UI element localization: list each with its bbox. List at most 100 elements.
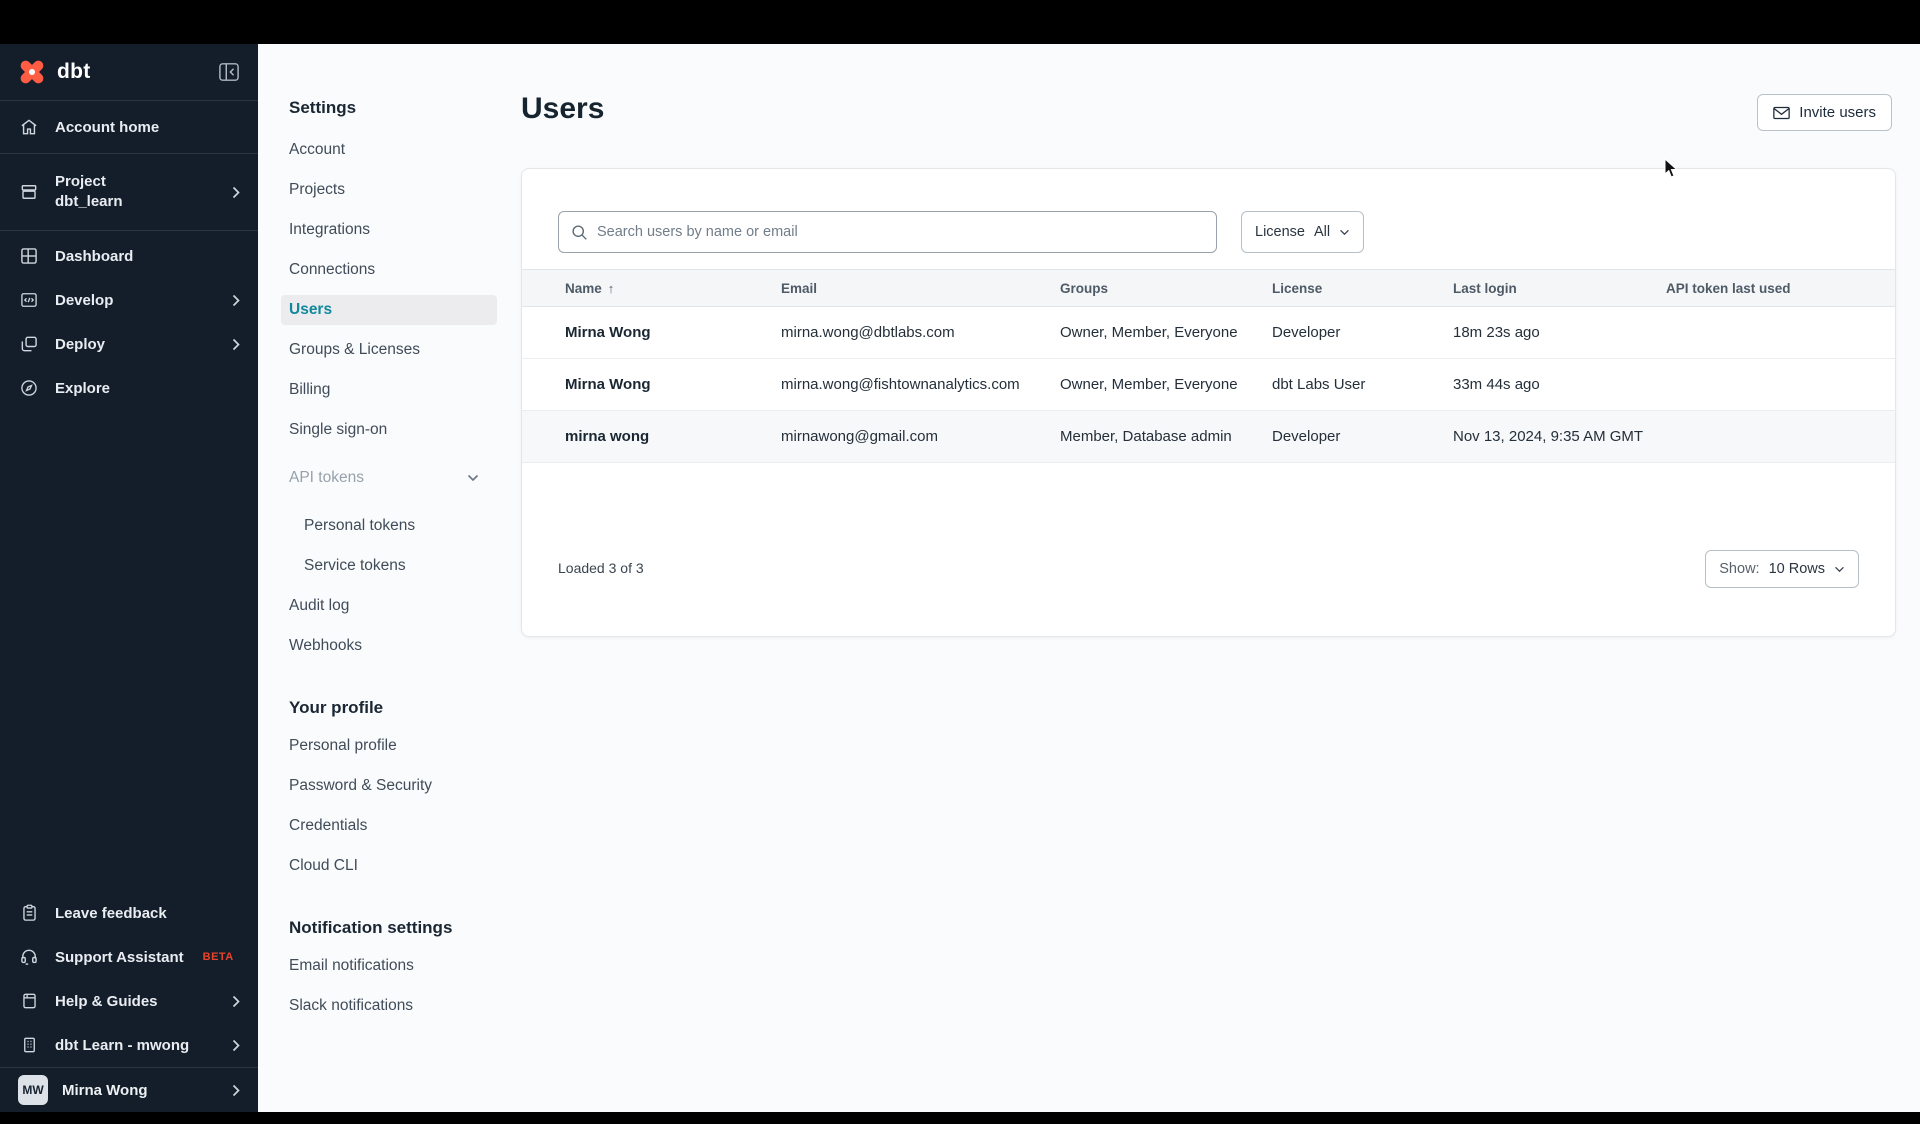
sidebar-item-explore[interactable]: Explore <box>0 366 258 410</box>
sidebar-item-develop[interactable]: Develop <box>0 278 258 322</box>
users-table: Name ↑ Email Groups License Last login A… <box>522 269 1895 463</box>
settings-nav-item-slack-notifications[interactable]: Slack notifications <box>289 986 497 1026</box>
cell-groups: Owner, Member, Everyone <box>1060 324 1238 341</box>
column-header-license[interactable]: License <box>1272 281 1453 296</box>
table-row[interactable]: Mirna Wong mirna.wong@fishtownanalytics.… <box>522 359 1895 411</box>
cell-groups: Owner, Member, Everyone <box>1060 376 1238 393</box>
cell-license: dbt Labs User <box>1272 376 1366 393</box>
sort-ascending-icon[interactable]: ↑ <box>608 281 615 296</box>
search-icon <box>571 224 588 241</box>
sidebar-item-dashboard[interactable]: Dashboard <box>0 234 258 278</box>
bottom-bar <box>0 1112 1920 1124</box>
column-header-groups[interactable]: Groups <box>1060 281 1272 296</box>
chevron-down-icon <box>1339 229 1350 236</box>
chevron-right-icon <box>232 1084 240 1097</box>
settings-nav-item-cloud-cli[interactable]: Cloud CLI <box>289 846 497 886</box>
settings-nav-item-audit-log[interactable]: Audit log <box>289 586 497 626</box>
your-profile-heading: Your profile <box>289 698 384 717</box>
users-card: License All Name ↑ Email Groups License … <box>521 168 1896 637</box>
settings-nav: Settings Account Projects Integrations C… <box>258 44 521 1026</box>
sidebar-item-label: Leave feedback <box>55 904 167 922</box>
sidebar-item-leave-feedback[interactable]: Leave feedback <box>0 891 258 935</box>
license-filter-label: License <box>1255 224 1305 240</box>
project-box-icon <box>18 182 40 202</box>
table-row[interactable]: Mirna Wong mirna.wong@dbtlabs.com Owner,… <box>522 307 1895 359</box>
notification-settings-heading: Notification settings <box>289 918 453 937</box>
license-filter-dropdown[interactable]: License All <box>1241 211 1365 253</box>
settings-nav-item-personal-profile[interactable]: Personal profile <box>289 726 497 766</box>
cell-last-login: 33m 44s ago <box>1453 376 1540 393</box>
sidebar-item-label: Help & Guides <box>55 992 158 1010</box>
sidebar-item-help-guides[interactable]: Help & Guides <box>0 979 258 1023</box>
sidebar-item-label: Support Assistant <box>55 948 184 966</box>
collapse-sidebar-icon[interactable] <box>216 61 242 83</box>
settings-nav-item-account[interactable]: Account <box>289 130 497 170</box>
settings-nav-item-integrations[interactable]: Integrations <box>289 210 497 250</box>
home-icon <box>18 117 40 137</box>
settings-nav-item-service-tokens[interactable]: Service tokens <box>304 546 512 586</box>
table-header-row: Name ↑ Email Groups License Last login A… <box>522 269 1895 307</box>
sidebar-item-label: Account home <box>55 118 160 136</box>
column-header-api-token[interactable]: API token last used <box>1666 281 1895 296</box>
sidebar-item-dbt-learn[interactable]: dbt Learn - mwong <box>0 1023 258 1067</box>
column-header-name[interactable]: Name ↑ <box>565 281 781 296</box>
book-icon <box>18 991 40 1011</box>
user-name: Mirna Wong <box>62 1081 148 1099</box>
sidebar-header: dbt <box>0 44 258 100</box>
cell-email: mirnawong@gmail.com <box>781 428 938 445</box>
building-icon <box>18 1035 40 1055</box>
settings-nav-item-api-tokens[interactable]: API tokens <box>289 458 479 498</box>
license-filter-value: All <box>1313 224 1331 240</box>
settings-nav-item-single-sign-on[interactable]: Single sign-on <box>289 410 497 450</box>
dbt-logo[interactable]: dbt <box>16 57 216 87</box>
sidebar-item-deploy[interactable]: Deploy <box>0 322 258 366</box>
show-rows-dropdown[interactable]: Show: 10 Rows <box>1705 550 1859 588</box>
sidebar-item-support-assistant[interactable]: Support Assistant BETA <box>0 935 258 979</box>
api-tokens-label: API tokens <box>289 469 364 486</box>
settings-nav-item-connections[interactable]: Connections <box>289 250 497 290</box>
chevron-right-icon <box>232 1039 240 1052</box>
cell-email: mirna.wong@dbtlabs.com <box>781 324 955 341</box>
cell-name: Mirna Wong <box>565 324 651 341</box>
settings-nav-item-email-notifications[interactable]: Email notifications <box>289 946 497 986</box>
settings-nav-item-billing[interactable]: Billing <box>289 370 497 410</box>
cell-last-login: 18m 23s ago <box>1453 324 1540 341</box>
chevron-right-icon <box>232 186 240 199</box>
table-controls: License All <box>558 211 1365 253</box>
settings-heading: Settings <box>289 98 357 117</box>
cell-last-login: Nov 13, 2024, 9:35 AM GMT <box>1453 428 1644 445</box>
settings-nav-item-personal-tokens[interactable]: Personal tokens <box>304 506 512 546</box>
sidebar-item-label: Project <box>55 172 106 190</box>
show-value: 10 Rows <box>1768 561 1825 577</box>
top-bar <box>0 0 1920 44</box>
settings-nav-item-users[interactable]: Users <box>281 295 497 325</box>
sidebar-item-account-home[interactable]: Account home <box>0 101 258 153</box>
sidebar-footer: Leave feedback Support Assistant BETA He… <box>0 891 258 1112</box>
settings-nav-item-password-security[interactable]: Password & Security <box>289 766 497 806</box>
sidebar-item-label: Develop <box>55 291 114 309</box>
code-icon <box>18 290 40 310</box>
dbt-logo-icon <box>16 57 48 87</box>
settings-nav-item-webhooks[interactable]: Webhooks <box>289 626 497 666</box>
invite-users-button[interactable]: Invite users <box>1757 94 1892 131</box>
cell-license: Developer <box>1272 324 1341 341</box>
sidebar-item-label: dbt Learn - mwong <box>55 1036 190 1054</box>
sidebar-item-project[interactable]: Project dbt_learn <box>0 154 258 230</box>
column-header-last-login[interactable]: Last login <box>1453 281 1666 296</box>
clipboard-icon <box>18 903 40 923</box>
settings-nav-item-groups-licenses[interactable]: Groups & Licenses <box>289 330 497 370</box>
search-input[interactable] <box>597 224 1204 240</box>
column-header-email[interactable]: Email <box>781 281 1060 296</box>
settings-nav-item-credentials[interactable]: Credentials <box>289 806 497 846</box>
compass-icon <box>18 378 40 398</box>
brand-name: dbt <box>57 60 91 83</box>
sidebar-user-menu[interactable]: MW Mirna Wong <box>0 1068 258 1112</box>
settings-nav-item-projects[interactable]: Projects <box>289 170 497 210</box>
table-row[interactable]: mirna wong mirnawong@gmail.com Member, D… <box>522 411 1895 463</box>
chevron-down-icon <box>1834 566 1845 573</box>
cell-name: Mirna Wong <box>565 376 651 393</box>
deploy-squares-icon <box>18 334 40 354</box>
sidebar-item-sublabel: dbt_learn <box>55 193 123 210</box>
sidebar: dbt Account home Project dbt_learn Dashb… <box>0 44 258 1112</box>
page-title: Users <box>521 92 605 125</box>
